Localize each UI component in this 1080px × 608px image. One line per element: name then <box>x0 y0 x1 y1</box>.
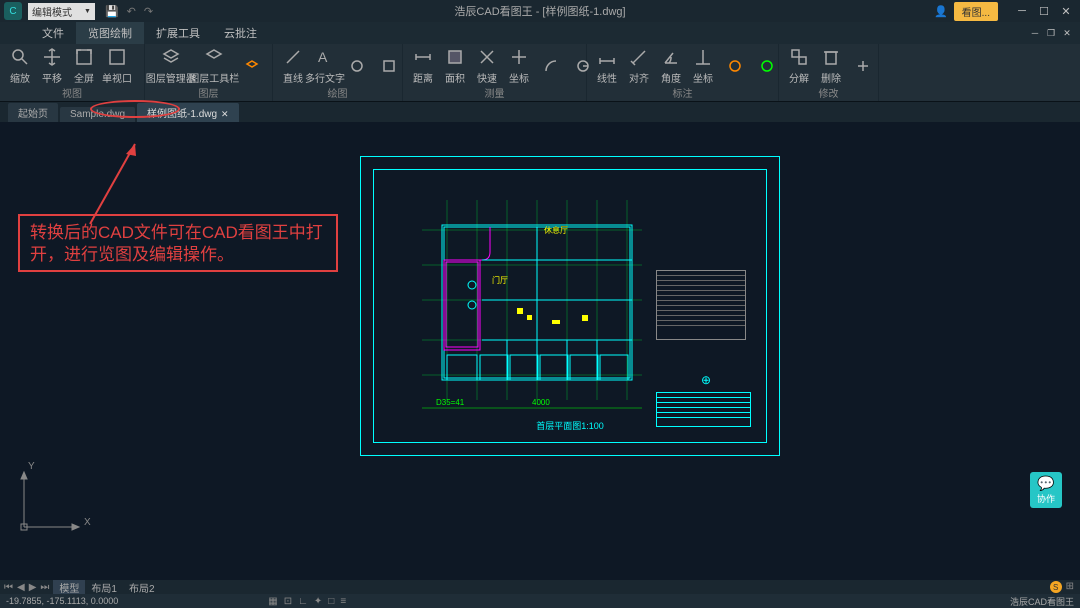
svg-text:A: A <box>318 49 328 65</box>
save-icon[interactable]: 💾 <box>105 5 119 18</box>
ribbon-tabs: 文件 览图绘制 扩展工具 云批注 ─ ❐ ✕ <box>0 22 1080 44</box>
grid-toggle-icon[interactable]: ▦ <box>268 596 277 607</box>
status-icon[interactable]: ⊞ <box>1066 581 1074 593</box>
maximize-icon[interactable]: ☐ <box>1034 3 1054 19</box>
dim-label: 4000 <box>532 398 550 407</box>
measure-extra-1[interactable] <box>537 55 565 77</box>
angle-dim-tool[interactable]: 角度 <box>657 46 685 85</box>
status-bar: -19.7855, -175.1113, 0.0000 ▦ ⊡ ∟ ✦ □ ≡ … <box>0 594 1080 608</box>
minimize-icon[interactable]: ─ <box>1012 3 1032 19</box>
doc-restore-icon[interactable]: ❐ <box>1044 28 1058 39</box>
doc-minimize-icon[interactable]: ─ <box>1028 28 1042 39</box>
layer-extra-tool[interactable] <box>238 55 266 77</box>
quick-access-toolbar: 💾 ↶ ↷ <box>105 5 153 18</box>
dim-extra-1[interactable] <box>721 55 749 77</box>
group-modify-label: 修改 <box>779 85 878 101</box>
coord-measure-tool[interactable]: 坐标 <box>505 46 533 85</box>
group-dim-label: 标注 <box>587 85 778 101</box>
group-view-label: 视图 <box>0 85 144 101</box>
pan-tool[interactable]: 平移 <box>38 46 66 85</box>
close-icon[interactable]: ✕ <box>1056 3 1076 19</box>
doctab-start[interactable]: 起始页 <box>8 103 58 122</box>
dim-extra-2[interactable] <box>753 55 781 77</box>
tab-cloud[interactable]: 云批注 <box>212 22 269 44</box>
osnap-toggle-icon[interactable]: □ <box>328 596 334 607</box>
fullscreen-tool[interactable]: 全屏 <box>70 46 98 85</box>
tab-view-draw[interactable]: 览图绘制 <box>76 22 144 44</box>
collaborate-widget[interactable]: 💬 协作 <box>1030 472 1062 508</box>
area-tool[interactable]: 面积 <box>441 46 469 85</box>
mtext-tool[interactable]: A多行文字 <box>311 46 339 85</box>
draw-extra-2[interactable] <box>375 55 403 77</box>
group-layer-label: 图层 <box>145 85 272 101</box>
grid-label: D35=41 <box>436 398 464 407</box>
first-layout-icon[interactable]: ⏮ <box>4 582 13 593</box>
layout2-tab[interactable]: 布局2 <box>123 580 161 595</box>
snap-toggle-icon[interactable]: ⊡ <box>284 596 292 607</box>
title-block <box>656 392 751 427</box>
aligned-dim-tool[interactable]: 对齐 <box>625 46 653 85</box>
layout-tabs: ⏮ ◀ ▶ ⏭ 模型 布局1 布局2 S ⊞ <box>0 580 1080 594</box>
ortho-toggle-icon[interactable]: ∟ <box>298 596 308 607</box>
drawing-canvas[interactable]: 转换后的CAD文件可在CAD看图王中打开，进行览图及编辑操作。 <box>0 122 1080 580</box>
north-arrow-icon: ⊕ <box>701 373 711 387</box>
doctab-example[interactable]: 样例图纸-1.dwg✕ <box>137 103 239 122</box>
app-logo: C <box>4 2 22 20</box>
annotation-callout: 转换后的CAD文件可在CAD看图王中打开，进行览图及编辑操作。 <box>18 214 338 272</box>
layout1-tab[interactable]: 布局1 <box>85 580 123 595</box>
layer-toolbar-tool[interactable]: 图层工具栏 <box>195 46 235 85</box>
group-measure-label: 测量 <box>403 85 586 101</box>
document-tabs: 起始页 Sample.dwg 样例图纸-1.dwg✕ <box>0 102 1080 122</box>
title-bar: C 编辑模式 💾 ↶ ↷ 浩辰CAD看图王 - [样例图纸-1.dwg] 👤 看… <box>0 0 1080 22</box>
viewport-tool[interactable]: 单视口 <box>102 46 132 85</box>
draw-extra-1[interactable] <box>343 55 371 77</box>
explode-tool[interactable]: 分解 <box>785 46 813 85</box>
room-label-rest: 休息厅 <box>544 225 568 236</box>
next-layout-icon[interactable]: ▶ <box>29 582 37 593</box>
undo-icon[interactable]: ↶ <box>127 5 136 18</box>
ucs-icon: Y X <box>14 467 84 540</box>
polar-toggle-icon[interactable]: ✦ <box>314 596 322 607</box>
ribbon: 缩放 平移 全屏 单视口 视图 图层管理器 图层工具栏 图层 直线 A多行文字 … <box>0 44 1080 102</box>
plan-title: 首层平面图1:100 <box>536 419 604 432</box>
coord-dim-tool[interactable]: 坐标 <box>689 46 717 85</box>
floor-plan <box>422 200 642 410</box>
drawing-border: 休息厅 门厅 4000 D35=41 首层平面图1:100 ⊕ <box>360 156 780 456</box>
user-icon[interactable]: 👤 <box>934 5 948 18</box>
zoom-tool[interactable]: 缩放 <box>6 46 34 85</box>
doctab-sample[interactable]: Sample.dwg <box>60 107 135 122</box>
layer-manager-tool[interactable]: 图层管理器 <box>151 46 191 85</box>
prev-layout-icon[interactable]: ◀ <box>17 582 25 593</box>
brand-label: 浩辰CAD看图王 <box>1010 595 1074 608</box>
lineweight-toggle-icon[interactable]: ≡ <box>340 596 346 607</box>
delete-tool[interactable]: 删除 <box>817 46 845 85</box>
last-layout-icon[interactable]: ⏭ <box>40 582 49 593</box>
tab-close-icon[interactable]: ✕ <box>221 109 229 119</box>
linear-dim-tool[interactable]: 线性 <box>593 46 621 85</box>
cursor-coordinates: -19.7855, -175.1113, 0.0000 <box>6 596 118 606</box>
distance-tool[interactable]: 距离 <box>409 46 437 85</box>
tab-file[interactable]: 文件 <box>30 22 76 44</box>
line-tool[interactable]: 直线 <box>279 46 307 85</box>
modify-extra[interactable] <box>849 55 877 77</box>
sync-icon[interactable]: S <box>1050 581 1062 593</box>
window-title: 浩辰CAD看图王 - [样例图纸-1.dwg] <box>454 3 625 19</box>
doc-close-icon[interactable]: ✕ <box>1060 28 1074 39</box>
view-mode-button[interactable]: 看图... <box>954 2 998 21</box>
group-draw-label: 绘图 <box>273 85 402 101</box>
redo-icon[interactable]: ↷ <box>144 5 153 18</box>
model-tab[interactable]: 模型 <box>53 580 85 595</box>
quick-tool[interactable]: 快速 <box>473 46 501 85</box>
schedule-table <box>656 270 746 340</box>
tab-ext-tools[interactable]: 扩展工具 <box>144 22 212 44</box>
mode-dropdown[interactable]: 编辑模式 <box>28 3 95 20</box>
room-label-lobby: 门厅 <box>492 275 508 286</box>
